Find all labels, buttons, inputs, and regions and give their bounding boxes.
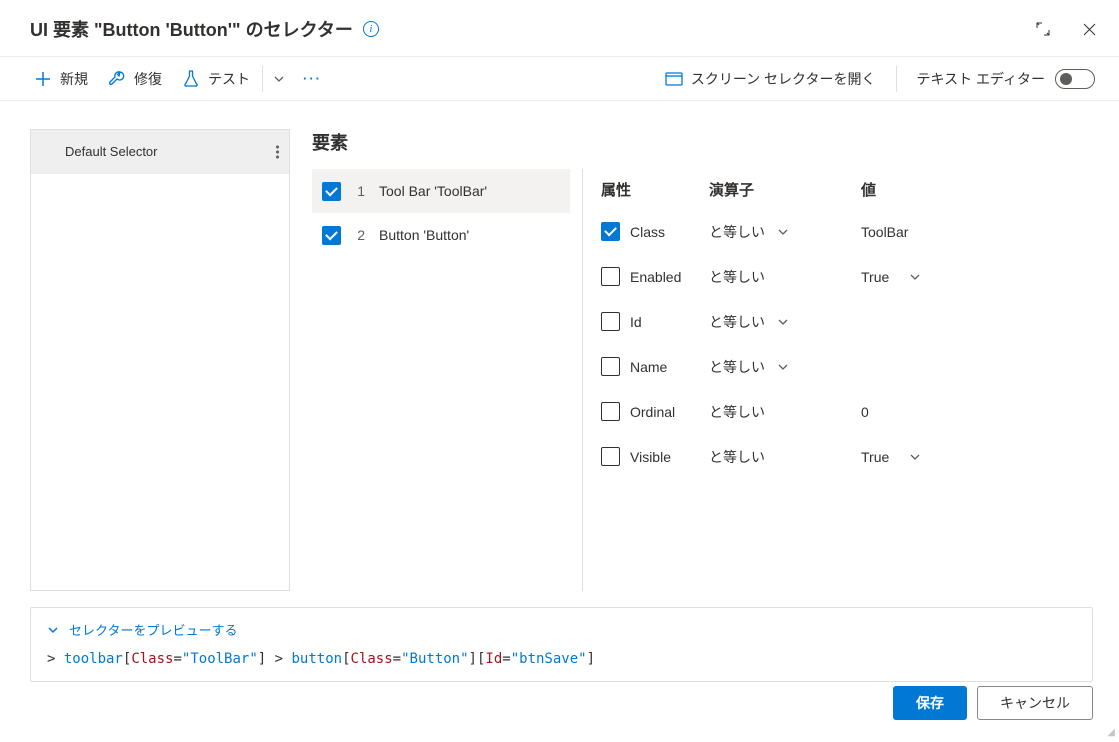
attribute-operator[interactable]: と等しい <box>709 267 765 287</box>
attribute-name: Visible <box>630 449 671 465</box>
expand-icon[interactable] <box>1035 21 1051 37</box>
selector-item-more-icon[interactable] <box>276 145 279 158</box>
new-label: 新規 <box>60 69 88 89</box>
attribute-value[interactable]: 0 <box>861 404 869 420</box>
attr-head-name: 属性 <box>601 179 709 200</box>
attribute-value[interactable]: True <box>861 449 889 465</box>
screen-selector-button[interactable]: スクリーン セレクターを開く <box>665 57 876 101</box>
attribute-row: Name と等しい <box>595 344 1093 389</box>
element-label: Button 'Button' <box>379 227 469 243</box>
attribute-checkbox[interactable] <box>601 447 620 466</box>
attribute-operator[interactable]: と等しい <box>709 447 765 467</box>
attribute-row: Visible と等しい True <box>595 434 1093 479</box>
attribute-name: Class <box>630 224 665 240</box>
attribute-operator[interactable]: と等しい <box>709 357 765 377</box>
attribute-checkbox[interactable] <box>601 357 620 376</box>
separator <box>896 66 897 92</box>
element-checkbox[interactable] <box>322 182 341 201</box>
attribute-row: Class と等しい ToolBar <box>595 209 1093 254</box>
chevron-down-icon[interactable] <box>777 316 789 328</box>
flask-icon <box>182 70 200 88</box>
preview-label: セレクターをプレビューする <box>69 620 237 639</box>
element-label: Tool Bar 'ToolBar' <box>379 183 487 199</box>
attribute-value[interactable]: True <box>861 269 889 285</box>
selector-list: Default Selector <box>30 129 290 591</box>
chevron-down-icon[interactable] <box>777 361 789 373</box>
elements-list: 1 Tool Bar 'ToolBar' 2 Button 'Button' <box>312 169 570 591</box>
element-number: 1 <box>355 183 365 199</box>
test-button[interactable]: テスト <box>172 57 260 101</box>
attribute-checkbox[interactable] <box>601 312 620 331</box>
separator <box>262 66 263 92</box>
attribute-name: Ordinal <box>630 404 675 420</box>
close-icon[interactable] <box>1081 21 1097 37</box>
save-button[interactable]: 保存 <box>893 686 967 720</box>
wrench-icon <box>108 70 126 88</box>
info-icon[interactable]: i <box>363 21 379 37</box>
cancel-button[interactable]: キャンセル <box>977 686 1093 720</box>
element-checkbox[interactable] <box>322 226 341 245</box>
attribute-name: Name <box>630 359 667 375</box>
preview-toggle[interactable]: セレクターをプレビューする <box>47 620 1076 639</box>
preview-panel: セレクターをプレビューする > toolbar[Class="ToolBar"]… <box>30 607 1093 682</box>
selector-item[interactable]: Default Selector <box>31 130 289 174</box>
screen-icon <box>665 70 683 88</box>
attribute-value[interactable]: ToolBar <box>861 224 908 240</box>
attribute-operator[interactable]: と等しい <box>709 402 765 422</box>
element-row[interactable]: 1 Tool Bar 'ToolBar' <box>312 169 570 213</box>
dialog-title: UI 要素 "Button 'Button'" のセレクター <box>30 16 353 42</box>
text-editor-label: テキスト エディター <box>917 69 1046 89</box>
attributes-panel: 属性 演算子 値 Class と等しい ToolBar Enabled と等しい True… <box>582 169 1093 591</box>
attr-head-op: 演算子 <box>709 179 861 200</box>
attribute-operator[interactable]: と等しい <box>709 312 765 332</box>
more-button[interactable]: ··· <box>293 71 332 86</box>
test-label: テスト <box>208 69 250 89</box>
attribute-operator[interactable]: と等しい <box>709 222 765 242</box>
element-row[interactable]: 2 Button 'Button' <box>312 213 570 257</box>
chevron-down-icon[interactable] <box>909 271 921 283</box>
preview-code: > toolbar[Class="ToolBar"] > button[Clas… <box>47 651 1076 667</box>
attribute-row: Ordinal と等しい 0 <box>595 389 1093 434</box>
attribute-checkbox[interactable] <box>601 222 620 241</box>
attribute-checkbox[interactable] <box>601 402 620 421</box>
attribute-checkbox[interactable] <box>601 267 620 286</box>
attr-head-val: 値 <box>861 179 876 200</box>
selector-item-label: Default Selector <box>65 144 158 159</box>
element-number: 2 <box>355 227 365 243</box>
new-button[interactable]: 新規 <box>24 57 98 101</box>
toolbar-dropdown[interactable] <box>265 73 293 85</box>
elements-title: 要素 <box>312 129 1093 155</box>
attribute-name: Id <box>630 314 642 330</box>
chevron-down-icon[interactable] <box>909 451 921 463</box>
repair-button[interactable]: 修復 <box>98 57 172 101</box>
repair-label: 修復 <box>134 69 162 89</box>
screen-selector-label: スクリーン セレクターを開く <box>691 69 876 89</box>
attribute-name: Enabled <box>630 269 681 285</box>
resize-handle[interactable]: ◢ <box>1107 727 1115 738</box>
plus-icon <box>34 70 52 88</box>
attribute-row: Enabled と等しい True <box>595 254 1093 299</box>
text-editor-toggle[interactable] <box>1055 69 1095 89</box>
chevron-down-icon[interactable] <box>777 226 789 238</box>
attribute-row: Id と等しい <box>595 299 1093 344</box>
